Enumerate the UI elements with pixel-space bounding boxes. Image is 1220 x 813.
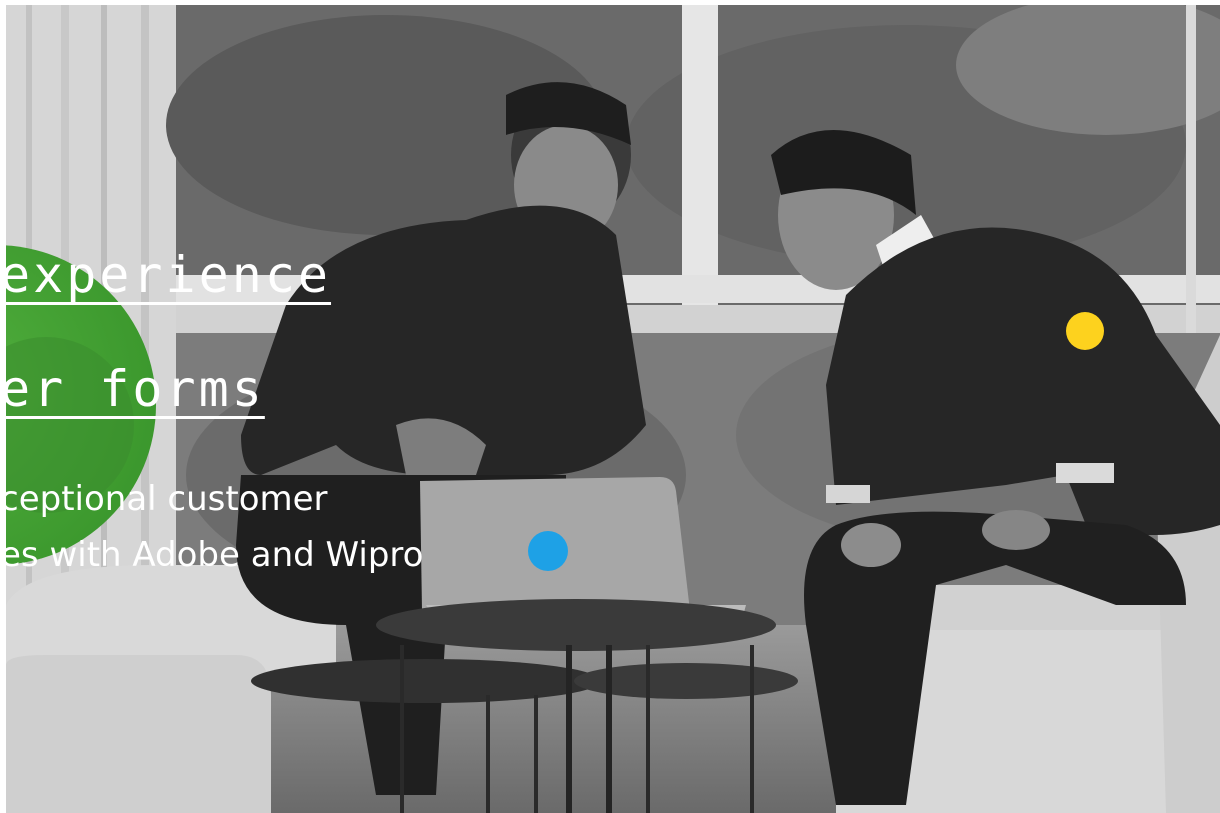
subtitle-line-2: es with Adobe and Wipro	[0, 535, 424, 575]
hero-banner: experience er forms ceptional customer e…	[0, 0, 1220, 813]
headline-line-2[interactable]: er forms	[0, 364, 265, 414]
yellow-dot-icon	[1066, 312, 1104, 350]
subtitle-line-1: ceptional customer	[0, 479, 328, 519]
headline-line-1[interactable]: experience	[0, 250, 331, 300]
blue-dot-icon	[528, 531, 568, 571]
